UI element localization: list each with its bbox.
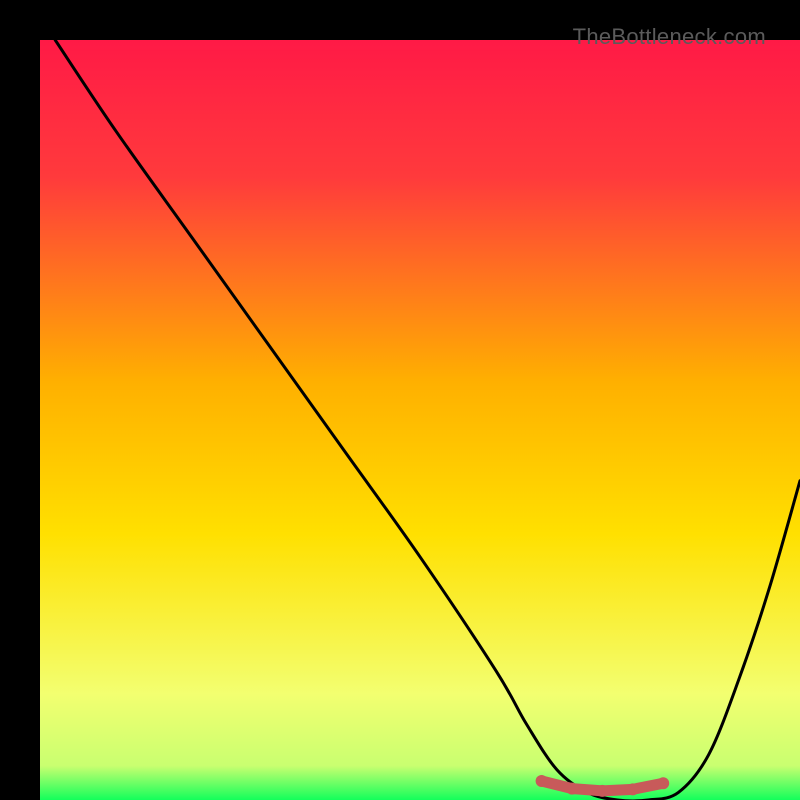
optimal-range-dot (596, 785, 608, 797)
optimal-range-dot (566, 783, 578, 795)
optimal-range-dot (657, 777, 669, 789)
watermark-text: TheBottleneck.com (573, 24, 766, 50)
optimal-range-dot (627, 783, 639, 795)
chart-frame: TheBottleneck.com (20, 20, 780, 780)
optimal-range-dot (536, 775, 548, 787)
bottleneck-chart (40, 40, 800, 800)
gradient-background (40, 40, 800, 800)
